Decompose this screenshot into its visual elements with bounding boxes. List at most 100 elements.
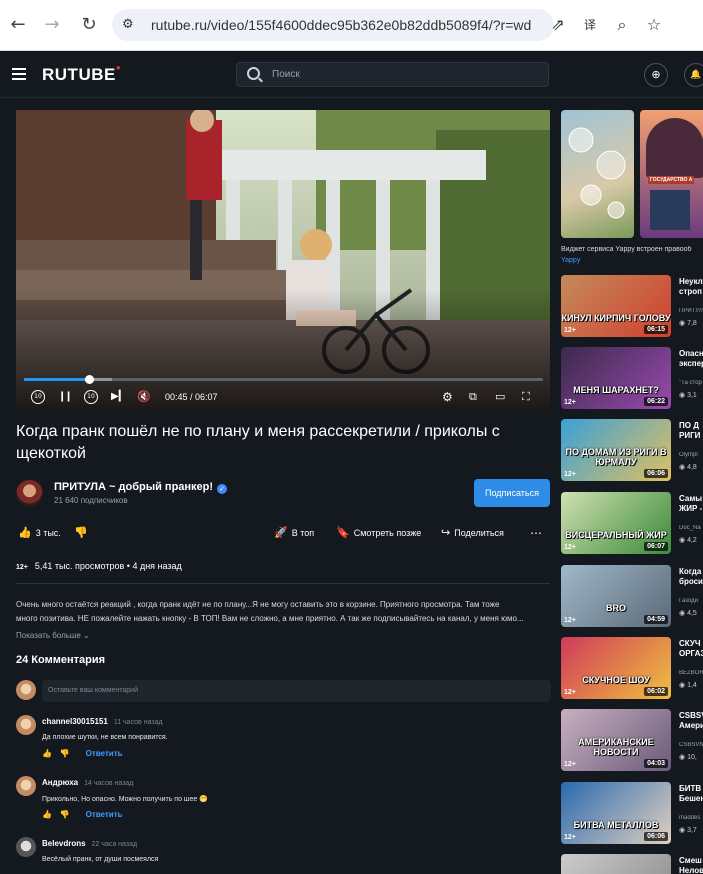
fullscreen-icon[interactable]: ⛶ bbox=[522, 389, 530, 405]
comment-text: Да плохие шутки, не всем понравится. bbox=[42, 734, 168, 741]
top-button[interactable]: 🚀 В топ bbox=[274, 527, 314, 539]
dislike-icon[interactable]: 👎 bbox=[60, 810, 70, 819]
forward-10-icon[interactable]: 10 bbox=[84, 390, 98, 404]
rec-title[interactable]: Опаснэкспер bbox=[679, 349, 703, 369]
like-icon[interactable]: 👍 bbox=[42, 810, 52, 819]
comment-header: Андрюха 14 часов назад bbox=[42, 778, 133, 787]
rec-thumbnail[interactable] bbox=[561, 854, 671, 874]
video-player[interactable] bbox=[16, 110, 550, 410]
share-button[interactable]: ↪ Поделиться bbox=[441, 527, 504, 539]
mute-icon[interactable]: 🔇 bbox=[137, 389, 151, 405]
comment-user[interactable]: Belevdrons bbox=[42, 839, 86, 848]
rec-title[interactable]: CSBSVАмери bbox=[679, 711, 703, 731]
rec-thumbnail[interactable]: АМЕРИКАНСКИЕ НОВОСТИ 12+ 04:03 bbox=[561, 709, 671, 771]
rec-channel[interactable]: "Та стор bbox=[679, 380, 703, 386]
bookmark-star-icon[interactable]: ☆ bbox=[642, 13, 666, 37]
share-icon: ↪ bbox=[441, 526, 451, 539]
open-in-app-icon[interactable]: ⇗ bbox=[546, 13, 570, 37]
rec-thumbnail[interactable]: СКУЧНОЕ ШОУ 12+ 06:02 bbox=[561, 637, 671, 699]
eye-icon: ◉ bbox=[679, 609, 686, 617]
subscribe-button[interactable]: Подписаться bbox=[474, 479, 550, 507]
rutube-logo[interactable]: RUTUBE● bbox=[42, 63, 122, 85]
like-button[interactable]: 👍 3 тыс. bbox=[18, 527, 61, 539]
comment-header: Belevdrons 22 часа назад bbox=[42, 839, 137, 848]
comment-time: 14 часов назад bbox=[84, 780, 134, 787]
rec-thumbnail[interactable]: МЕНЯ ШАРАХНЕТ? 12+ 06:22 bbox=[561, 347, 671, 409]
reload-icon[interactable]: ↻ bbox=[77, 13, 101, 37]
rec-channel[interactable]: BEZBOR bbox=[679, 670, 703, 676]
rec-title[interactable]: Когда броси bbox=[679, 567, 703, 587]
cathedral-image bbox=[650, 190, 690, 230]
rec-views: ◉ 4,8 bbox=[679, 463, 697, 471]
show-more-link[interactable]: Показать больше ⌄ bbox=[16, 631, 90, 640]
comment-user[interactable]: channel30015151 bbox=[42, 717, 108, 726]
logo-mark: ● bbox=[115, 63, 122, 73]
comment-user[interactable]: Андрюха bbox=[42, 778, 78, 787]
site-info-icon[interactable]: ⚙ bbox=[122, 17, 138, 33]
rec-age-rating: 12+ bbox=[564, 327, 576, 334]
rec-channel[interactable]: Газоди bbox=[679, 598, 703, 604]
rec-channel[interactable]: ПРИТУЛ bbox=[679, 308, 703, 314]
rec-thumbnail[interactable]: БИТВА МЕТАЛЛОВ 12+ 06:06 bbox=[561, 782, 671, 844]
rec-channel[interactable]: Doc_Na bbox=[679, 525, 703, 531]
channel-name[interactable]: ПРИТУЛА ~ добрый пранкер! ✓ bbox=[54, 481, 228, 494]
rec-thumbnail[interactable]: ВИСЦЕРАЛЬНЫЙ ЖИР 12+ 06:07 bbox=[561, 492, 671, 554]
video-description: Очень много остаётся реакций , когда пра… bbox=[16, 600, 524, 623]
reply-button[interactable]: Ответить bbox=[86, 810, 123, 819]
rec-thumb-caption: КИНУЛ КИРПИЧ ГОЛОВУ bbox=[561, 313, 671, 323]
rec-thumbnail[interactable]: КИНУЛ КИРПИЧ ГОЛОВУ 12+ 06:15 bbox=[561, 275, 671, 337]
rec-thumb-caption: БИТВА МЕТАЛЛОВ bbox=[573, 820, 659, 830]
notifications-icon[interactable]: 🔔 bbox=[684, 63, 703, 87]
rec-channel[interactable]: maddes bbox=[679, 815, 703, 821]
rec-thumb-caption: АМЕРИКАНСКИЕ НОВОСТИ bbox=[578, 737, 654, 757]
rec-channel[interactable]: CSBSVN bbox=[679, 742, 703, 748]
reply-button[interactable]: Ответить bbox=[86, 749, 123, 758]
eye-icon: ◉ bbox=[679, 826, 686, 834]
forward-icon[interactable]: → bbox=[40, 13, 64, 37]
rec-age-rating: 12+ bbox=[564, 689, 576, 696]
upload-icon[interactable]: ⊕ bbox=[644, 63, 668, 87]
watch-later-button[interactable]: 🔖 Смотреть позже bbox=[336, 527, 421, 539]
search-placeholder: Поиск bbox=[272, 69, 300, 80]
zoom-icon[interactable]: ⌕ bbox=[610, 13, 634, 37]
comment-input[interactable]: Оставьте ваш комментарий bbox=[42, 680, 551, 702]
back-icon[interactable]: ← bbox=[6, 13, 30, 37]
like-icon[interactable]: 👍 bbox=[42, 749, 52, 758]
site-header: RUTUBE● Поиск ⊕ 🔔 bbox=[0, 51, 703, 98]
rec-title[interactable]: БИТВ Бешен bbox=[679, 784, 703, 804]
seek-bar[interactable] bbox=[24, 375, 543, 384]
ad-source-link[interactable]: Yappy bbox=[561, 257, 580, 264]
rec-title[interactable]: СКУЧ ОРГАЗ bbox=[679, 639, 703, 659]
settings-icon[interactable]: ⚙ bbox=[442, 389, 453, 405]
rec-thumbnail[interactable]: BRO 12+ 04:59 bbox=[561, 565, 671, 627]
address-bar[interactable]: ⚙ rutube.ru/video/155f4600ddec95b362e0b8… bbox=[112, 9, 554, 41]
theater-icon[interactable]: ▭ bbox=[495, 389, 505, 405]
post-date: 4 дня назад bbox=[132, 561, 182, 571]
channel-avatar[interactable] bbox=[16, 480, 43, 507]
pip-icon[interactable]: ⧉ bbox=[469, 389, 477, 405]
comment-avatar[interactable] bbox=[16, 715, 36, 735]
search-input[interactable]: Поиск bbox=[236, 62, 549, 87]
pause-icon[interactable]: ❙❙ bbox=[58, 389, 73, 405]
rec-title[interactable]: Самы ЖИР - bbox=[679, 494, 703, 514]
next-icon[interactable]: ▶▎ bbox=[111, 389, 126, 405]
menu-icon[interactable] bbox=[12, 68, 26, 80]
dislike-icon[interactable]: 👎 bbox=[60, 749, 70, 758]
seek-handle[interactable] bbox=[84, 375, 94, 384]
comment-avatar[interactable] bbox=[16, 837, 36, 857]
translate-icon[interactable]: 译 bbox=[578, 13, 602, 37]
rec-thumbnail[interactable]: ПО ДОМАМ ИЗ РИГИ В ЮРМАЛУ 12+ 06:06 bbox=[561, 419, 671, 481]
rec-title[interactable]: Смеш Нелов bbox=[679, 856, 703, 874]
dislike-button[interactable]: 👎 bbox=[74, 527, 92, 539]
more-options-icon[interactable]: ⋯ bbox=[530, 527, 542, 539]
ad-thumbnail-1[interactable] bbox=[561, 110, 634, 238]
rec-title[interactable]: ПО Д РИГИ bbox=[679, 421, 703, 441]
rec-age-rating: 12+ bbox=[564, 761, 576, 768]
rec-channel[interactable]: Olympl bbox=[679, 452, 703, 458]
comment-avatar[interactable] bbox=[16, 776, 36, 796]
rewind-10-icon[interactable]: 10 bbox=[31, 390, 45, 404]
eye-icon: ◉ bbox=[679, 681, 686, 689]
ad-thumbnail-2[interactable]: ГОСУДАРСТВО А bbox=[640, 110, 703, 238]
rec-title[interactable]: Неукл строп bbox=[679, 277, 703, 297]
time-display: 00:45 / 06:07 bbox=[165, 392, 218, 402]
